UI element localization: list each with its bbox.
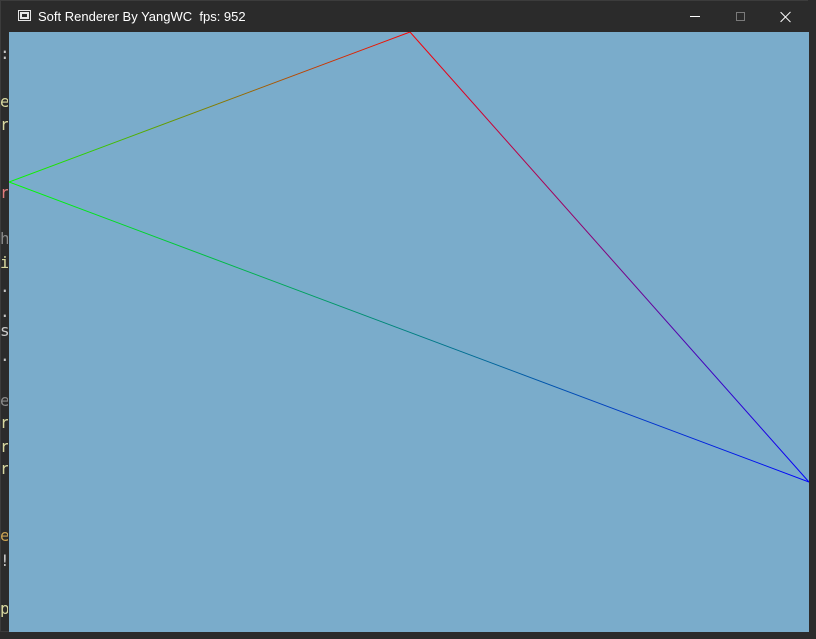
app-window-icon: [18, 10, 31, 21]
background-code-glyph: .: [0, 304, 8, 320]
maximize-button[interactable]: [717, 1, 763, 32]
renderer-window: Soft Renderer By YangWC fps: 952: [0, 0, 809, 632]
title-bar[interactable]: Soft Renderer By YangWC fps: 952: [1, 1, 809, 32]
window-title: Soft Renderer By YangWC fps: 952: [38, 9, 246, 24]
minimize-icon: [690, 16, 700, 17]
background-editor-right: [808, 0, 816, 639]
background-code-glyph: :: [0, 46, 8, 62]
background-code-glyph: .: [0, 348, 8, 364]
close-icon: [780, 11, 792, 23]
background-code-glyph: p: [0, 601, 8, 617]
background-code-glyph: r: [0, 461, 8, 477]
background-code-glyph: i: [0, 255, 8, 271]
background-code-glyph: e: [0, 528, 8, 544]
background-code-glyph: r: [0, 415, 8, 431]
minimize-button[interactable]: [672, 1, 718, 32]
background-code-glyph: !: [0, 553, 8, 569]
background-code-glyph: r: [0, 185, 8, 201]
render-viewport[interactable]: [9, 32, 809, 632]
background-code-glyph: e: [0, 393, 8, 409]
background-code-glyph: h: [0, 231, 8, 247]
background-code-glyph: s: [0, 323, 8, 339]
maximize-icon: [735, 12, 745, 21]
background-code-glyph: r: [0, 117, 8, 133]
screen: Soft Renderer By YangWC fps: 952 e r r h…: [0, 0, 816, 639]
background-code-glyph: e: [0, 94, 8, 110]
render-canvas: [9, 32, 809, 632]
close-button[interactable]: [763, 1, 809, 32]
background-code-glyph: r: [0, 439, 8, 455]
background-code-glyph: .: [0, 279, 8, 295]
